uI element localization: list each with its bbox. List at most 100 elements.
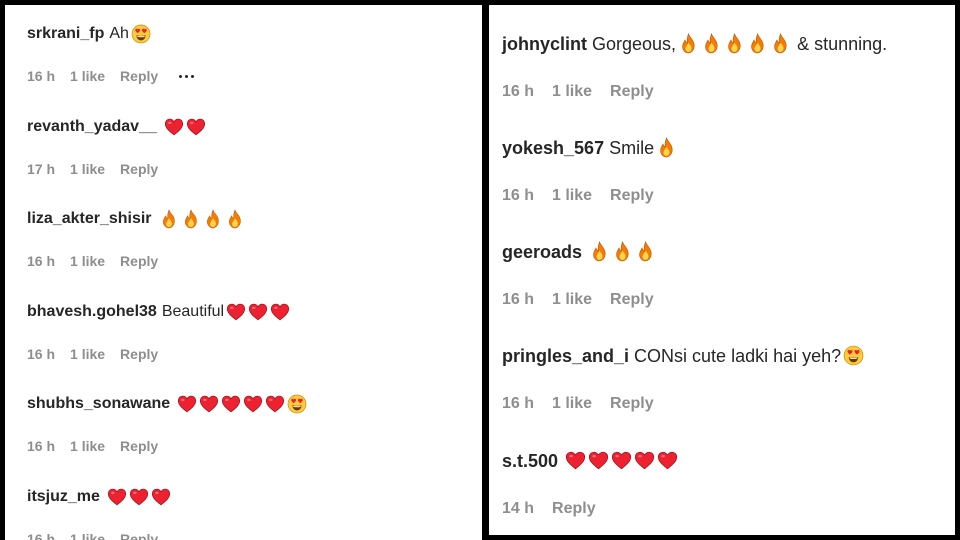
heart-emoji-icon (265, 394, 285, 414)
comment-meta: 14 h Reply (502, 500, 614, 518)
heart-emoji-icon (177, 394, 197, 414)
comment-timestamp[interactable]: 16 h (502, 291, 534, 309)
comment-emojis (589, 241, 656, 262)
comment-emojis (159, 209, 245, 229)
reply-button[interactable]: Reply (552, 500, 596, 518)
comment-item: pringles_and_i CONsi cute ladki hai yeh? … (502, 345, 955, 412)
comment-meta: 16 h 1 like Reply (27, 438, 173, 454)
comment-item: shubhs_sonawane 16 h 1 like Reply (27, 394, 482, 454)
comment-like-count[interactable]: 1 like (70, 438, 105, 454)
comment-line: srkrani_fp Ah (27, 24, 482, 44)
heart-emoji-icon (199, 394, 219, 414)
comment-timestamp[interactable]: 16 h (27, 531, 55, 540)
comment-text: Smile (609, 137, 655, 158)
comment-username[interactable]: itsjuz_me (27, 489, 100, 505)
comment-emojis (177, 394, 307, 414)
reply-button[interactable]: Reply (120, 346, 158, 362)
comment-like-count[interactable]: 1 like (70, 68, 105, 84)
heart-emoji-icon (611, 450, 632, 471)
heart-emoji-icon (226, 302, 246, 322)
heart-emoji-icon (248, 302, 268, 322)
reply-button[interactable]: Reply (610, 187, 654, 205)
comment-item: johnyclint Gorgeous, & stunning. 16 h 1 lik… (502, 33, 955, 100)
left-comments-panel: srkrani_fp Ah 16 h1 like Reply revanth_yada… (5, 5, 482, 540)
comment-username[interactable]: pringles_and_i (502, 347, 629, 365)
comment-line: s.t.500 (502, 450, 955, 471)
comment-item: srkrani_fp Ah 16 h 1 like Reply (27, 24, 482, 84)
comment-emojis (226, 302, 290, 322)
comment-timestamp[interactable]: 16 h (502, 83, 534, 101)
comment-like-count[interactable]: 1 like (552, 395, 592, 413)
comment-text: Beautiful (161, 303, 225, 320)
heart-emoji-icon (565, 450, 586, 471)
comment-emojis (164, 117, 206, 137)
comment-meta: 16 h 1 like Reply (27, 68, 209, 84)
comment-username[interactable]: johnyclint (502, 35, 587, 53)
fire-emoji-icon (747, 33, 768, 54)
comment-timestamp[interactable]: 17 h (27, 161, 55, 177)
reply-button[interactable]: Reply (120, 253, 158, 269)
reply-button[interactable]: Reply (610, 395, 654, 413)
reply-button[interactable]: Reply (120, 68, 158, 84)
comment-like-count[interactable]: 1 like (70, 253, 105, 269)
comment-timestamp[interactable]: 16 h (27, 346, 55, 362)
more-options-icon[interactable] (179, 74, 195, 78)
comment-username[interactable]: yokesh_567 (502, 139, 604, 157)
comment-like-count[interactable]: 1 like (552, 291, 592, 309)
comment-text: CONsi cute ladki hai yeh? (634, 345, 842, 366)
comment-item: geeroads 16 h 1 like Reply (502, 241, 955, 308)
comment-timestamp[interactable]: 16 h (502, 187, 534, 205)
fire-emoji-icon (656, 137, 677, 158)
fire-emoji-icon (225, 209, 245, 229)
heart-emoji-icon (588, 450, 609, 471)
comment-like-count[interactable]: 1 like (70, 531, 105, 540)
comment-timestamp[interactable]: 16 h (27, 253, 55, 269)
comment-meta: 16 h 1 like Reply (27, 253, 173, 269)
comment-username[interactable]: srkrani_fp (27, 26, 104, 42)
reply-button[interactable]: Reply (120, 438, 158, 454)
heart-emoji-icon (634, 450, 655, 471)
fire-emoji-icon (724, 33, 745, 54)
comment-emojis (131, 24, 151, 44)
comment-username[interactable]: s.t.500 (502, 452, 558, 470)
comment-meta: 16 h 1 like Reply (502, 83, 672, 101)
heart-emoji-icon (221, 394, 241, 414)
comment-item: revanth_yadav__ 17 h 1 like Reply (27, 117, 482, 177)
comment-timestamp[interactable]: 14 h (502, 500, 534, 518)
fire-emoji-icon (589, 241, 610, 262)
comment-timestamp[interactable]: 16 h (502, 395, 534, 413)
fire-emoji-icon (701, 33, 722, 54)
comment-like-count[interactable]: 1 like (70, 346, 105, 362)
comment-like-count[interactable]: 1 like (552, 187, 592, 205)
comment-username[interactable]: liza_akter_shisir (27, 211, 152, 227)
comment-line: johnyclint Gorgeous, & stunning. (502, 33, 955, 54)
comment-emojis (656, 137, 677, 158)
heart-emoji-icon (151, 487, 171, 507)
comment-item: yokesh_567 Smile 16 h 1 like Reply (502, 137, 955, 204)
comment-emojis (678, 33, 791, 54)
comment-username[interactable]: shubhs_sonawane (27, 396, 170, 412)
fire-emoji-icon (181, 209, 201, 229)
comment-timestamp[interactable]: 16 h (27, 438, 55, 454)
comment-meta: 17 h 1 like Reply (27, 161, 173, 177)
comment-like-count[interactable]: 1 like (70, 161, 105, 177)
fire-emoji-icon (678, 33, 699, 54)
reply-button[interactable]: Reply (610, 291, 654, 309)
heart-eyes-emoji-icon (131, 24, 151, 44)
reply-button[interactable]: Reply (120, 531, 158, 540)
heart-emoji-icon (657, 450, 678, 471)
comment-line: shubhs_sonawane (27, 394, 482, 414)
comment-like-count[interactable]: 1 like (552, 83, 592, 101)
comment-username[interactable]: bhavesh.gohel38 (27, 304, 157, 320)
comment-meta: 16 h 1 like Reply (502, 187, 672, 205)
comment-line: yokesh_567 Smile (502, 137, 955, 158)
reply-button[interactable]: Reply (120, 161, 158, 177)
reply-button[interactable]: Reply (610, 83, 654, 101)
comment-item: liza_akter_shisir 16 h 1 like Reply (27, 209, 482, 269)
heart-emoji-icon (164, 117, 184, 137)
comment-emojis (107, 487, 171, 507)
comment-username[interactable]: revanth_yadav__ (27, 119, 157, 135)
comment-username[interactable]: geeroads (502, 243, 582, 261)
comment-item: itsjuz_me 16 h 1 like Reply (27, 487, 482, 540)
comment-timestamp[interactable]: 16 h (27, 68, 55, 84)
